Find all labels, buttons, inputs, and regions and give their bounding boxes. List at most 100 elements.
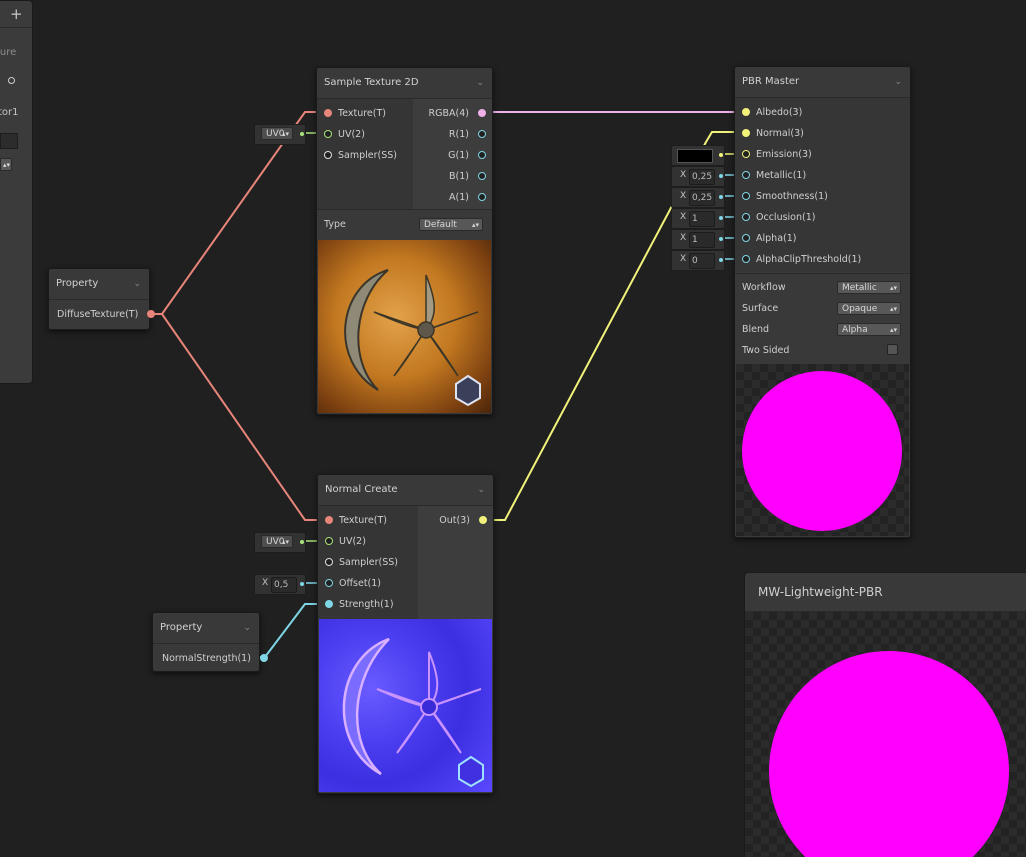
port-strength[interactable] <box>325 600 333 608</box>
normal-create-node[interactable]: Normal Create ⌄ Texture(T) UV(2) Sampler… <box>317 474 494 794</box>
output-slot-strength[interactable]: NormalStrength(1) <box>162 648 268 669</box>
alphaclip-field[interactable]: 0 <box>689 253 715 269</box>
port-diffuse-out[interactable] <box>147 310 156 318</box>
input-slot-alpha[interactable]: Alpha(1) <box>742 228 796 249</box>
node-header[interactable]: Property ⌄ <box>153 613 259 644</box>
port-uv[interactable] <box>325 537 333 545</box>
master-settings: Workflow Metallic ▴▾ Surface Opaque ▴▾ Ble… <box>735 273 910 364</box>
port-uv[interactable] <box>324 130 332 138</box>
normal-map-preview <box>319 619 492 792</box>
smoothness-field[interactable]: 0,25 <box>689 190 715 206</box>
offset-connector-dot <box>300 582 304 586</box>
preview-header[interactable]: MW-Lightweight-PBR <box>745 573 1026 612</box>
input-slot-strength[interactable]: Strength(1) <box>325 594 394 615</box>
input-slot-offset[interactable]: Offset(1) <box>325 573 381 594</box>
output-slot-b[interactable]: B(1) <box>449 166 486 187</box>
input-slot-smoothness[interactable]: Smoothness(1) <box>742 186 828 207</box>
port-albedo[interactable] <box>742 108 750 116</box>
preview-viewport[interactable] <box>745 612 1026 857</box>
input-ports: Texture(T) UV(2) Sampler(SS) <box>317 99 413 209</box>
property-strength-node[interactable]: Property ⌄ NormalStrength(1) <box>152 612 268 672</box>
alpha-field[interactable]: 1 <box>689 232 715 248</box>
pbr-master-preview <box>736 364 909 536</box>
node-title: Property <box>160 622 203 633</box>
port-alphaclip[interactable] <box>742 255 750 263</box>
port-out[interactable] <box>479 516 487 524</box>
input-slot-sampler[interactable]: Sampler(SS) <box>324 145 397 166</box>
emblem-image <box>344 269 481 407</box>
chevron-down-icon[interactable]: ⌄ <box>243 613 251 643</box>
alpha-inline-input: X 1 <box>671 229 725 250</box>
chevron-down-icon[interactable]: ⌄ <box>476 68 484 98</box>
input-slot-normal[interactable]: Normal(3) <box>742 123 804 144</box>
node-header[interactable]: PBR Master ⌄ <box>735 67 910 98</box>
port-texture[interactable] <box>325 516 333 524</box>
type-dropdown[interactable]: Default ▴▾ <box>419 218 483 231</box>
port-texture[interactable] <box>324 109 332 117</box>
chevron-down-icon[interactable]: ⌄ <box>894 67 902 97</box>
port-metallic[interactable] <box>742 171 750 179</box>
port-r[interactable] <box>478 130 486 138</box>
node-header[interactable]: Property ⌄ <box>49 269 149 300</box>
uv-inline-input: UV0 ▴▾ <box>254 124 306 145</box>
sample-texture-2d-node[interactable]: Sample Texture 2D ⌄ Texture(T) UV(2) Sam… <box>316 67 493 415</box>
node-title: Sample Texture 2D <box>324 77 419 88</box>
axis-label: X <box>680 212 687 222</box>
main-preview-window[interactable]: MW-Lightweight-PBR <box>744 572 1026 857</box>
input-slot-uv[interactable]: UV(2) <box>325 531 366 552</box>
input-ports: Albedo(3) Normal(3) Emission(3) Metallic… <box>735 98 910 272</box>
workflow-dropdown[interactable]: Metallic ▴▾ <box>837 281 901 294</box>
port-smoothness[interactable] <box>742 192 750 200</box>
chevron-down-icon[interactable]: ⌄ <box>477 475 485 505</box>
port-normal[interactable] <box>742 129 750 137</box>
two-sided-checkbox[interactable] <box>887 344 898 355</box>
port-strength-out[interactable] <box>259 654 268 662</box>
input-slot-alphaclip[interactable]: AlphaClipThreshold(1) <box>742 249 861 270</box>
surface-dropdown[interactable]: Opaque ▴▾ <box>837 302 901 315</box>
output-slot-g[interactable]: G(1) <box>448 145 486 166</box>
offset-field[interactable]: 0,5 <box>271 577 297 593</box>
port-rgba[interactable] <box>478 109 486 117</box>
output-slot-rgba[interactable]: RGBA(4) <box>429 103 486 124</box>
output-slot-r[interactable]: R(1) <box>449 124 486 145</box>
uv-channel-dropdown[interactable]: UV0 ▴▾ <box>261 535 293 548</box>
input-slot-albedo[interactable]: Albedo(3) <box>742 102 802 123</box>
port-occlusion[interactable] <box>742 213 750 221</box>
pbr-master-node[interactable]: PBR Master ⌄ Albedo(3) Normal(3) Emissio… <box>734 66 911 538</box>
port-a[interactable] <box>478 193 486 201</box>
uv-channel-dropdown[interactable]: UV0 ▴▾ <box>261 127 293 140</box>
axis-label: X <box>680 254 687 264</box>
input-slot-texture[interactable]: Texture(T) <box>325 510 387 531</box>
chevron-down-icon[interactable]: ⌄ <box>133 269 141 299</box>
node-header[interactable]: Sample Texture 2D ⌄ <box>317 68 492 99</box>
property-diffuse-node[interactable]: Property ⌄ DiffuseTexture(T) <box>48 268 156 330</box>
input-slot-uv[interactable]: UV(2) <box>324 124 365 145</box>
port-emission[interactable] <box>742 150 750 158</box>
input-ports: Texture(T) UV(2) Sampler(SS) Offset(1) S… <box>318 506 418 619</box>
input-slot-metallic[interactable]: Metallic(1) <box>742 165 806 186</box>
node-title: Property <box>56 278 99 289</box>
output-slot-out[interactable]: Out(3) <box>439 510 487 531</box>
port-b[interactable] <box>478 172 486 180</box>
output-slot-diffuse[interactable]: DiffuseTexture(T) <box>57 304 156 325</box>
port-g[interactable] <box>478 151 486 159</box>
input-slot-emission[interactable]: Emission(3) <box>742 144 812 165</box>
input-slot-texture[interactable]: Texture(T) <box>324 103 386 124</box>
unity-logo-icon <box>455 374 481 407</box>
output-slot-a[interactable]: A(1) <box>449 187 486 208</box>
texture-preview <box>318 240 491 413</box>
metallic-field[interactable]: 0,25 <box>689 169 715 185</box>
shader-graph-canvas[interactable]: + ture tor1 ▴▾ Sample Texture 2D ⌄ <box>0 0 1026 857</box>
blend-dropdown[interactable]: Alpha ▴▾ <box>837 323 901 336</box>
node-header[interactable]: Normal Create ⌄ <box>318 475 493 506</box>
input-slot-occlusion[interactable]: Occlusion(1) <box>742 207 815 228</box>
emission-color-swatch[interactable] <box>677 149 713 163</box>
port-alpha[interactable] <box>742 234 750 242</box>
occlusion-field[interactable]: 1 <box>689 211 715 227</box>
axis-label: X <box>680 170 687 180</box>
port-sampler[interactable] <box>324 151 332 159</box>
input-slot-sampler[interactable]: Sampler(SS) <box>325 552 398 573</box>
port-offset[interactable] <box>325 579 333 587</box>
port-sampler[interactable] <box>325 558 333 566</box>
workflow-label: Workflow <box>742 282 786 293</box>
